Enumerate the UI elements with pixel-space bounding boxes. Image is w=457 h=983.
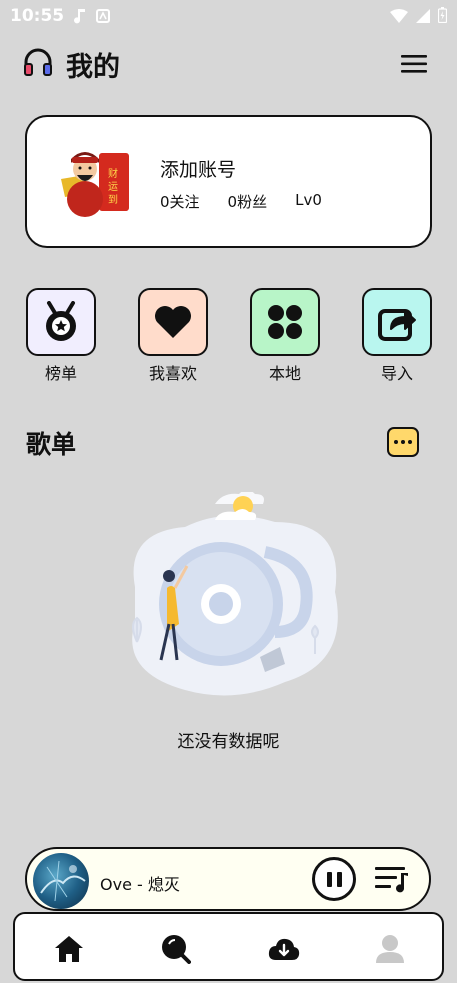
medal-icon	[46, 301, 76, 341]
import-icon	[378, 309, 416, 341]
local-label: 本地	[268, 364, 301, 383]
home-icon	[55, 936, 83, 962]
bottom-navigation	[13, 912, 444, 981]
battery-icon	[437, 7, 448, 28]
pause-icon	[326, 871, 332, 887]
empty-state-illustration	[115, 490, 345, 702]
music-note-icon	[74, 8, 86, 24]
wifi-icon	[390, 8, 408, 28]
charts-button[interactable]	[26, 288, 96, 356]
user-level: Lv0	[295, 191, 322, 209]
page-title: 我的	[66, 51, 120, 83]
follows-count[interactable]: 0关注	[160, 191, 200, 212]
fans-count[interactable]: 0粉丝	[228, 191, 268, 212]
status-time: 10:55	[10, 6, 65, 26]
avatar[interactable]: 财 运 到	[55, 147, 133, 219]
status-bar: 10:55	[0, 0, 457, 32]
svg-text:财: 财	[108, 167, 118, 180]
mini-player[interactable]: Ove - 熄灭	[25, 847, 431, 911]
app-notification-icon	[96, 9, 111, 23]
favorites-button[interactable]	[138, 288, 208, 356]
nav-home[interactable]	[52, 932, 86, 966]
empty-state-text: 还没有数据呢	[177, 732, 280, 752]
import-button[interactable]	[362, 288, 432, 356]
profile-stats: 0关注 0粉丝 Lv0	[160, 191, 350, 212]
svg-text:运: 运	[108, 181, 118, 193]
playlist-section-title: 歌单	[26, 430, 77, 459]
profile-name[interactable]: 添加账号	[160, 155, 236, 182]
charts-label: 榜单	[44, 364, 77, 383]
quick-action-favorites[interactable]: 我喜欢	[138, 288, 208, 384]
playlist-more-button[interactable]	[387, 427, 419, 457]
nav-download[interactable]	[267, 932, 301, 966]
local-button[interactable]	[250, 288, 320, 356]
cloud-download-icon	[268, 938, 300, 960]
quick-action-import[interactable]: 导入	[362, 288, 432, 384]
page-header: 我的	[22, 44, 432, 84]
grid-icon	[268, 305, 302, 339]
album-cover[interactable]	[33, 853, 89, 909]
playlist-button[interactable]	[374, 863, 410, 895]
import-label: 导入	[380, 364, 413, 383]
heart-icon	[155, 306, 191, 338]
pause-button[interactable]	[312, 857, 356, 901]
signal-icon	[416, 8, 430, 28]
more-dots-icon	[394, 440, 398, 444]
profile-card[interactable]: 财 运 到 添加账号 0关注 0粉丝 Lv0	[25, 115, 432, 248]
headphones-icon	[22, 47, 54, 81]
favorites-label: 我喜欢	[148, 364, 197, 383]
hamburger-menu-icon	[401, 55, 427, 73]
nav-search[interactable]	[159, 932, 193, 966]
quick-action-local[interactable]: 本地	[250, 288, 320, 384]
quick-action-charts[interactable]: 榜单	[26, 288, 96, 384]
user-icon	[376, 935, 404, 963]
nav-profile[interactable]	[373, 932, 407, 966]
now-playing-title[interactable]: Ove - 熄灭	[100, 871, 180, 895]
playlist-icon	[375, 867, 408, 893]
svg-text:到: 到	[108, 194, 118, 206]
search-icon	[162, 935, 191, 964]
quick-actions: 榜单 我喜欢 本地 导入	[26, 288, 432, 384]
menu-button[interactable]	[400, 50, 428, 78]
